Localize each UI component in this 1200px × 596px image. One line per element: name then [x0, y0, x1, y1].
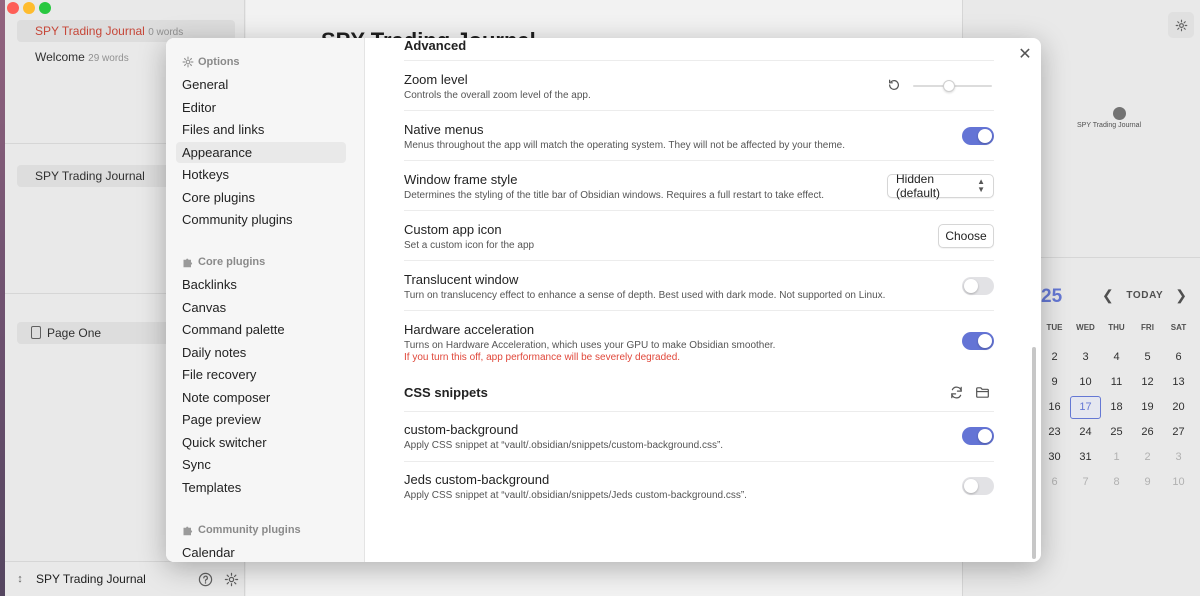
nav-item-page-preview[interactable]: Page preview — [176, 409, 346, 430]
setting-custom-app-icon: Custom app icon Set a custom icon for th… — [404, 210, 994, 260]
puzzle-icon — [182, 256, 194, 268]
close-window-button[interactable] — [7, 2, 19, 14]
core-plugins-heading: Core plugins — [182, 256, 265, 268]
close-icon[interactable]: ✕ — [1016, 45, 1034, 63]
setting-desc: Apply CSS snippet at “vault/.obsidian/sn… — [404, 490, 747, 501]
setting-name: Zoom level — [404, 72, 468, 87]
setting-name: Window frame style — [404, 172, 518, 187]
settings-content: ✕ Advanced Zoom level Controls the overa… — [365, 38, 1041, 562]
community-plugins-heading: Community plugins — [182, 524, 301, 536]
toggle-knob — [978, 129, 992, 143]
scrollbar[interactable] — [1032, 347, 1036, 559]
setting-warning: If you turn this off, app performance wi… — [404, 352, 681, 363]
setting-desc: Determines the styling of the title bar … — [404, 190, 825, 201]
zoom-slider-thumb[interactable] — [942, 80, 955, 92]
heading-label: Community plugins — [198, 524, 301, 536]
nav-item-appearance[interactable]: Appearance — [176, 141, 346, 163]
nav-item-hotkeys[interactable]: Hotkeys — [176, 164, 346, 185]
nav-item-calendar[interactable]: Calendar — [176, 542, 346, 562]
snippet-jeds-custom-background-toggle[interactable] — [962, 477, 994, 495]
settings-modal: Options Core plugins Community plugins G… — [166, 38, 1041, 562]
nav-item-file-recovery[interactable]: File recovery — [176, 364, 346, 385]
nav-item-core-plugins[interactable]: Core plugins — [176, 187, 346, 208]
options-heading: Options — [182, 56, 240, 68]
window-titlebar — [0, 0, 1200, 14]
reset-icon[interactable] — [886, 77, 902, 93]
setting-desc: Menus throughout the app will match the … — [404, 140, 845, 151]
nav-item-daily-notes[interactable]: Daily notes — [176, 342, 346, 363]
toggle-knob — [964, 479, 978, 493]
choose-icon-button[interactable]: Choose — [938, 224, 994, 248]
nav-item-canvas[interactable]: Canvas — [176, 297, 346, 318]
css-snippets-heading: CSS snippets — [404, 385, 488, 400]
toggle-knob — [964, 279, 978, 293]
heading-label: Core plugins — [198, 256, 266, 268]
minimize-window-button[interactable] — [23, 2, 35, 14]
setting-name: Jeds custom-background — [404, 472, 550, 487]
nav-item-files-and-links[interactable]: Files and links — [176, 119, 346, 140]
setting-desc: Set a custom icon for the app — [404, 240, 535, 251]
setting-translucent-window: Translucent window Turn on translucency … — [404, 260, 994, 310]
select-value: Hidden (default) — [896, 172, 941, 200]
setting-desc: Controls the overall zoom level of the a… — [404, 90, 591, 101]
nav-item-backlinks[interactable]: Backlinks — [176, 274, 346, 295]
settings-nav: Options Core plugins Community plugins G… — [166, 38, 365, 562]
reload-snippets-icon[interactable] — [947, 383, 965, 401]
toggle-knob — [978, 429, 992, 443]
translucent-window-toggle[interactable] — [962, 277, 994, 295]
setting-snippet-custom-background: custom-background Apply CSS snippet at “… — [404, 411, 994, 461]
nav-item-note-composer[interactable]: Note composer — [176, 387, 346, 408]
setting-snippet-jeds-custom-background: Jeds custom-background Apply CSS snippet… — [404, 461, 994, 511]
setting-desc: Apply CSS snippet at “vault/.obsidian/sn… — [404, 440, 724, 451]
setting-name: Hardware acceleration — [404, 322, 535, 337]
hardware-acceleration-toggle[interactable] — [962, 332, 994, 350]
toggle-knob — [978, 334, 992, 348]
snippet-custom-background-toggle[interactable] — [962, 427, 994, 445]
native-menus-toggle[interactable] — [962, 127, 994, 145]
setting-desc: Turns on Hardware Acceleration, which us… — [404, 340, 776, 351]
setting-name: Translucent window — [404, 272, 519, 287]
setting-name: Native menus — [404, 122, 484, 137]
nav-item-quick-switcher[interactable]: Quick switcher — [176, 432, 346, 453]
nav-item-community-plugins[interactable]: Community plugins — [176, 209, 346, 230]
setting-window-frame-style: Window frame style Determines the stylin… — [404, 160, 994, 210]
advanced-heading: Advanced — [404, 38, 467, 53]
window-frame-select[interactable]: Hidden (default) ▲ ▼ — [887, 172, 994, 200]
setting-hardware-acceleration: Hardware acceleration Turns on Hardware … — [404, 310, 994, 370]
setting-name: custom-background — [404, 422, 519, 437]
setting-name: Custom app icon — [404, 222, 502, 237]
nav-item-templates[interactable]: Templates — [176, 477, 346, 498]
setting-desc: Turn on translucency effect to enhance a… — [404, 290, 886, 301]
nav-item-command-palette[interactable]: Command palette — [176, 319, 346, 340]
setting-zoom-level: Zoom level Controls the overall zoom lev… — [404, 60, 994, 110]
gear-icon — [182, 56, 194, 68]
maximize-window-button[interactable] — [39, 2, 51, 14]
puzzle-icon — [182, 524, 194, 536]
folder-icon[interactable] — [973, 383, 991, 401]
heading-label: Options — [198, 56, 240, 68]
nav-item-general[interactable]: General — [176, 74, 346, 95]
nav-item-sync[interactable]: Sync — [176, 454, 346, 475]
setting-native-menus: Native menus Menus throughout the app wi… — [404, 110, 994, 160]
nav-item-editor[interactable]: Editor — [176, 97, 346, 118]
chevron-up-down-icon: ▲ ▼ — [977, 177, 985, 194]
